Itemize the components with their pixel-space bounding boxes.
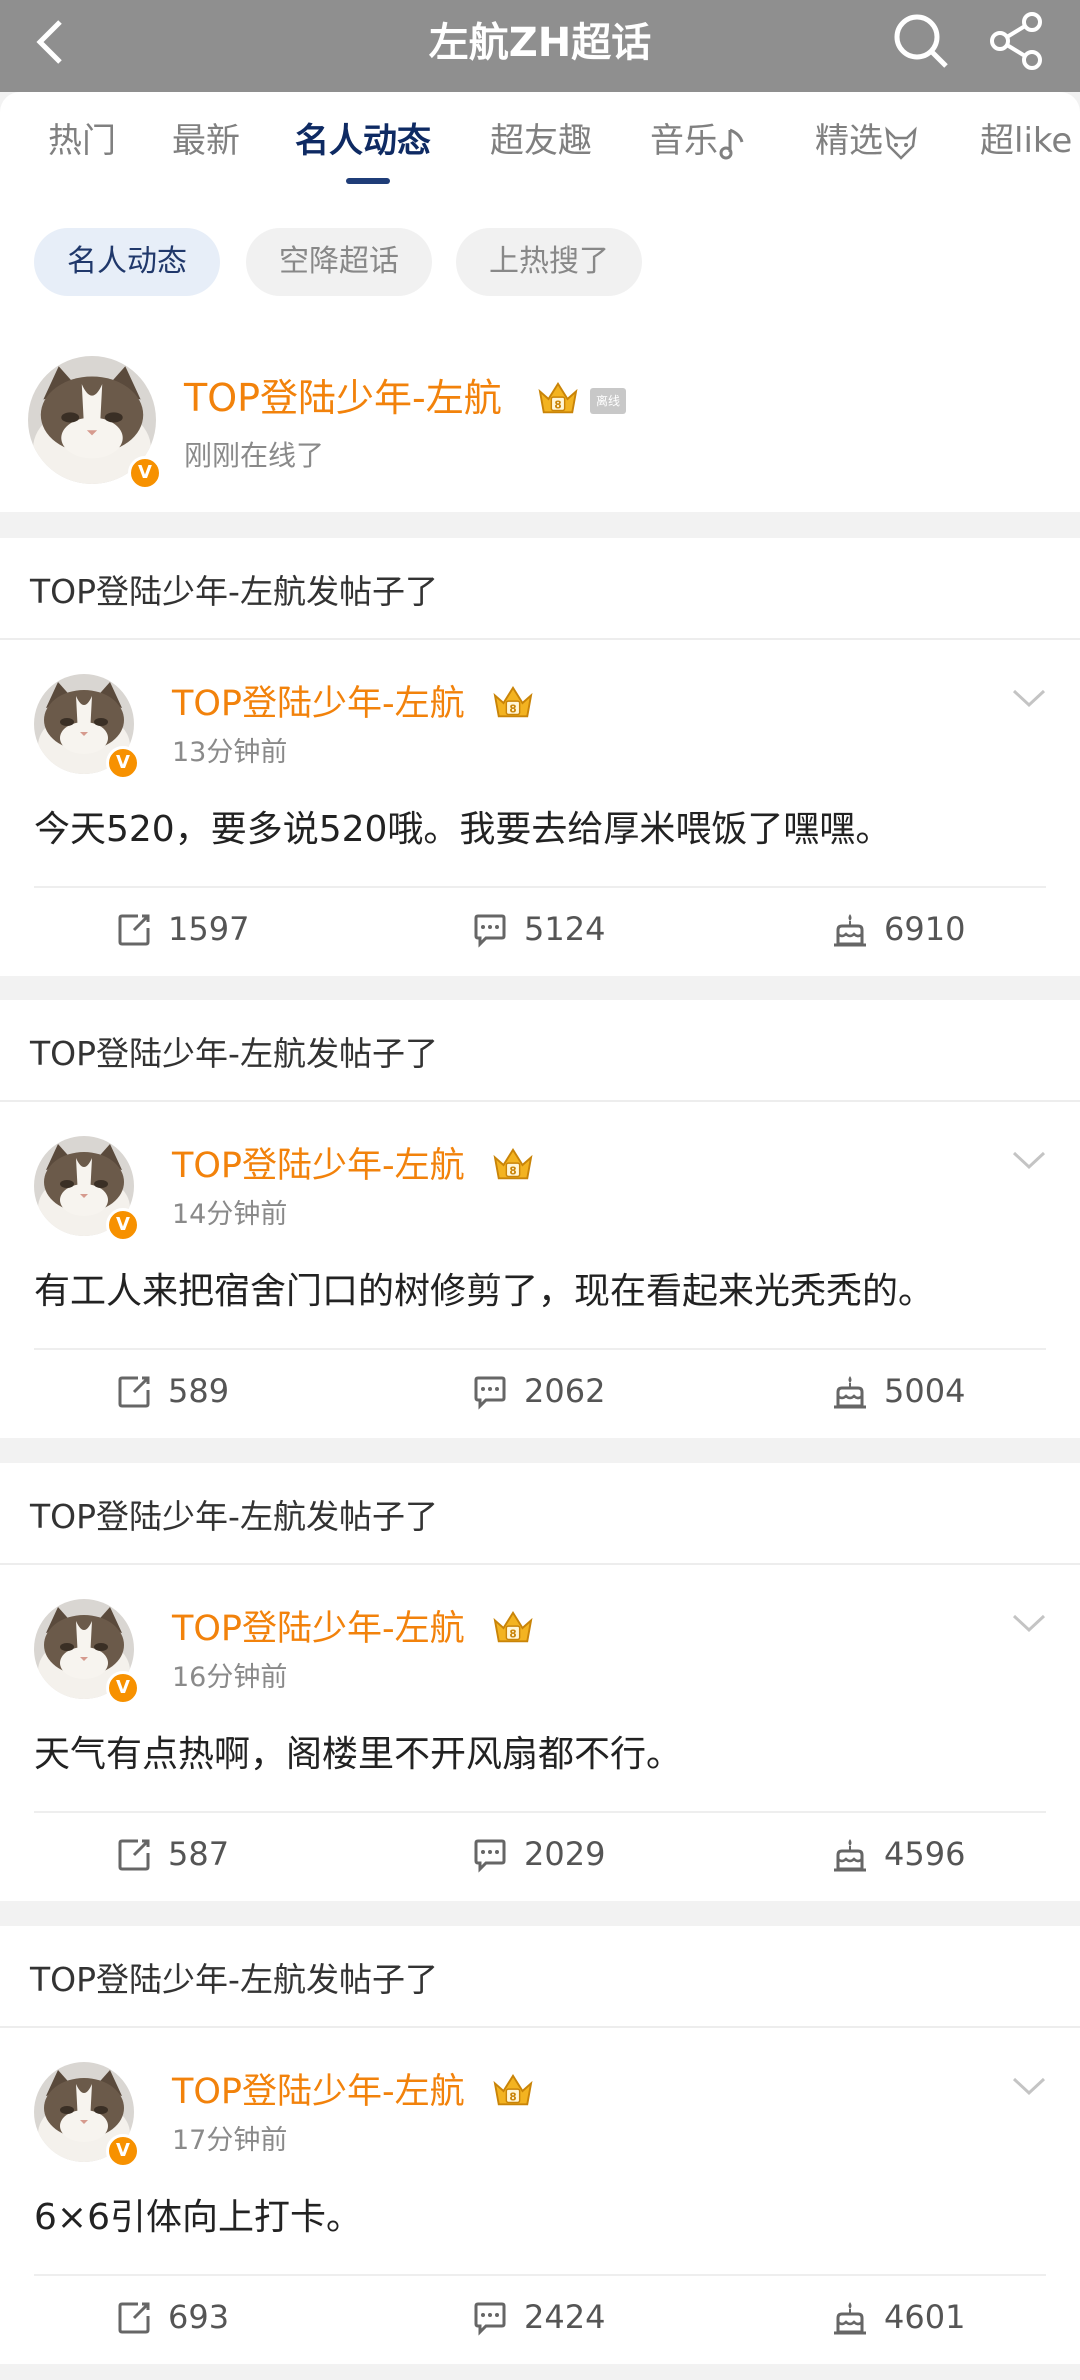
tab-super-like[interactable]: 超like <box>980 118 1072 164</box>
chevron-down-icon[interactable] <box>1010 2074 1048 2098</box>
like-cake-icon <box>832 1837 868 1873</box>
action-divider <box>34 2274 1046 2276</box>
repost-icon <box>116 1374 152 1410</box>
post-author-name[interactable]: TOP登陆少年-左航 <box>172 680 465 728</box>
like-count: 4601 <box>884 2298 966 2336</box>
like-count: 4596 <box>884 1835 966 1873</box>
repost-icon <box>116 912 152 948</box>
verified-badge-icon: V <box>106 746 140 780</box>
comment-count: 2062 <box>524 1372 606 1410</box>
tab-music-label: 音乐 <box>650 121 718 161</box>
share-icon[interactable] <box>984 8 1050 74</box>
crown-icon <box>490 2072 536 2110</box>
post-section-title: TOP登陆少年-左航发帖子了 <box>30 1034 438 1073</box>
comment-icon <box>472 2300 508 2336</box>
crown-icon <box>490 684 536 722</box>
chevron-down-icon[interactable] <box>1010 1148 1048 1172</box>
action-divider <box>34 1811 1046 1813</box>
crown-icon <box>536 380 580 418</box>
repost-icon <box>116 2300 152 2336</box>
action-divider <box>34 1348 1046 1350</box>
celebrity-name[interactable]: TOP登陆少年-左航 <box>184 372 502 424</box>
crown-icon <box>490 1146 536 1184</box>
comment-count: 5124 <box>524 910 606 948</box>
comment-icon <box>472 1374 508 1410</box>
like-cake-icon <box>832 1374 868 1410</box>
repost-icon <box>116 1837 152 1873</box>
tab-bar: 热门 最新 名人动态 超友趣 音乐 精选 超like <box>0 92 1080 187</box>
tab-hot[interactable]: 热门 <box>48 118 116 164</box>
section-divider <box>0 1563 1080 1565</box>
crown-icon <box>490 1609 536 1647</box>
section-divider <box>0 638 1080 640</box>
verified-badge-icon: V <box>106 2134 140 2168</box>
post-text[interactable]: 6×6引体向上打卡。 <box>34 2192 362 2244</box>
chip-airdrop[interactable]: 空降超话 <box>246 228 432 296</box>
action-divider <box>34 886 1046 888</box>
section-divider <box>0 1100 1080 1102</box>
post-time: 16分钟前 <box>172 1662 288 1693</box>
repost-count: 1597 <box>168 910 250 948</box>
like-count: 6910 <box>884 910 966 948</box>
repost-count: 693 <box>168 2298 230 2336</box>
post-section-title: TOP登陆少年-左航发帖子了 <box>30 1960 438 1999</box>
active-tab-indicator <box>346 178 390 184</box>
post-text[interactable]: 天气有点热啊，阁楼里不开风扇都不行。 <box>34 1729 682 1781</box>
post-section-title: TOP登陆少年-左航发帖子了 <box>30 1497 438 1536</box>
verified-badge-icon: V <box>106 1671 140 1705</box>
tab-celebrity-news[interactable]: 名人动态 <box>295 118 431 164</box>
comment-icon <box>472 912 508 948</box>
post-author-name[interactable]: TOP登陆少年-左航 <box>172 1142 465 1190</box>
post-section-title: TOP登陆少年-左航发帖子了 <box>30 572 438 611</box>
verified-badge-icon: V <box>128 456 162 490</box>
chevron-down-icon[interactable] <box>1010 686 1048 710</box>
offline-tag: 离线 <box>590 388 626 414</box>
post-time: 14分钟前 <box>172 1199 288 1230</box>
chevron-down-icon[interactable] <box>1010 1611 1048 1635</box>
comment-count: 2029 <box>524 1835 606 1873</box>
section-divider <box>0 2026 1080 2028</box>
comment-count: 2424 <box>524 2298 606 2336</box>
like-cake-icon <box>832 2300 868 2336</box>
post-author-name[interactable]: TOP登陆少年-左航 <box>172 2068 465 2116</box>
search-icon[interactable] <box>888 8 954 74</box>
post-time: 13分钟前 <box>172 737 288 768</box>
repost-count: 589 <box>168 1372 230 1410</box>
post-author-name[interactable]: TOP登陆少年-左航 <box>172 1605 465 1653</box>
chip-trending[interactable]: 上热搜了 <box>456 228 642 296</box>
repost-count: 587 <box>168 1835 230 1873</box>
chip-celebrity-news[interactable]: 名人动态 <box>34 228 220 296</box>
tab-featured[interactable]: 精选 <box>815 118 919 164</box>
tab-featured-label: 精选 <box>815 121 883 161</box>
like-cake-icon <box>832 912 868 948</box>
fox-icon <box>885 126 917 160</box>
post-time: 17分钟前 <box>172 2125 288 2156</box>
like-count: 5004 <box>884 1372 966 1410</box>
verified-badge-icon: V <box>106 1208 140 1242</box>
tab-music[interactable]: 音乐 <box>650 118 748 164</box>
tab-fun[interactable]: 超友趣 <box>490 118 592 164</box>
music-note-icon <box>719 128 744 159</box>
post-text[interactable]: 今天520，要多说520哦。我要去给厚米喂饭了嘿嘿。 <box>34 804 891 856</box>
online-status: 刚刚在线了 <box>184 439 325 472</box>
top-bar: 左航ZH超话 <box>0 0 1080 92</box>
tab-latest[interactable]: 最新 <box>172 118 240 164</box>
comment-icon <box>472 1837 508 1873</box>
post-text[interactable]: 有工人来把宿舍门口的树修剪了，现在看起来光秃秃的。 <box>34 1266 934 1318</box>
